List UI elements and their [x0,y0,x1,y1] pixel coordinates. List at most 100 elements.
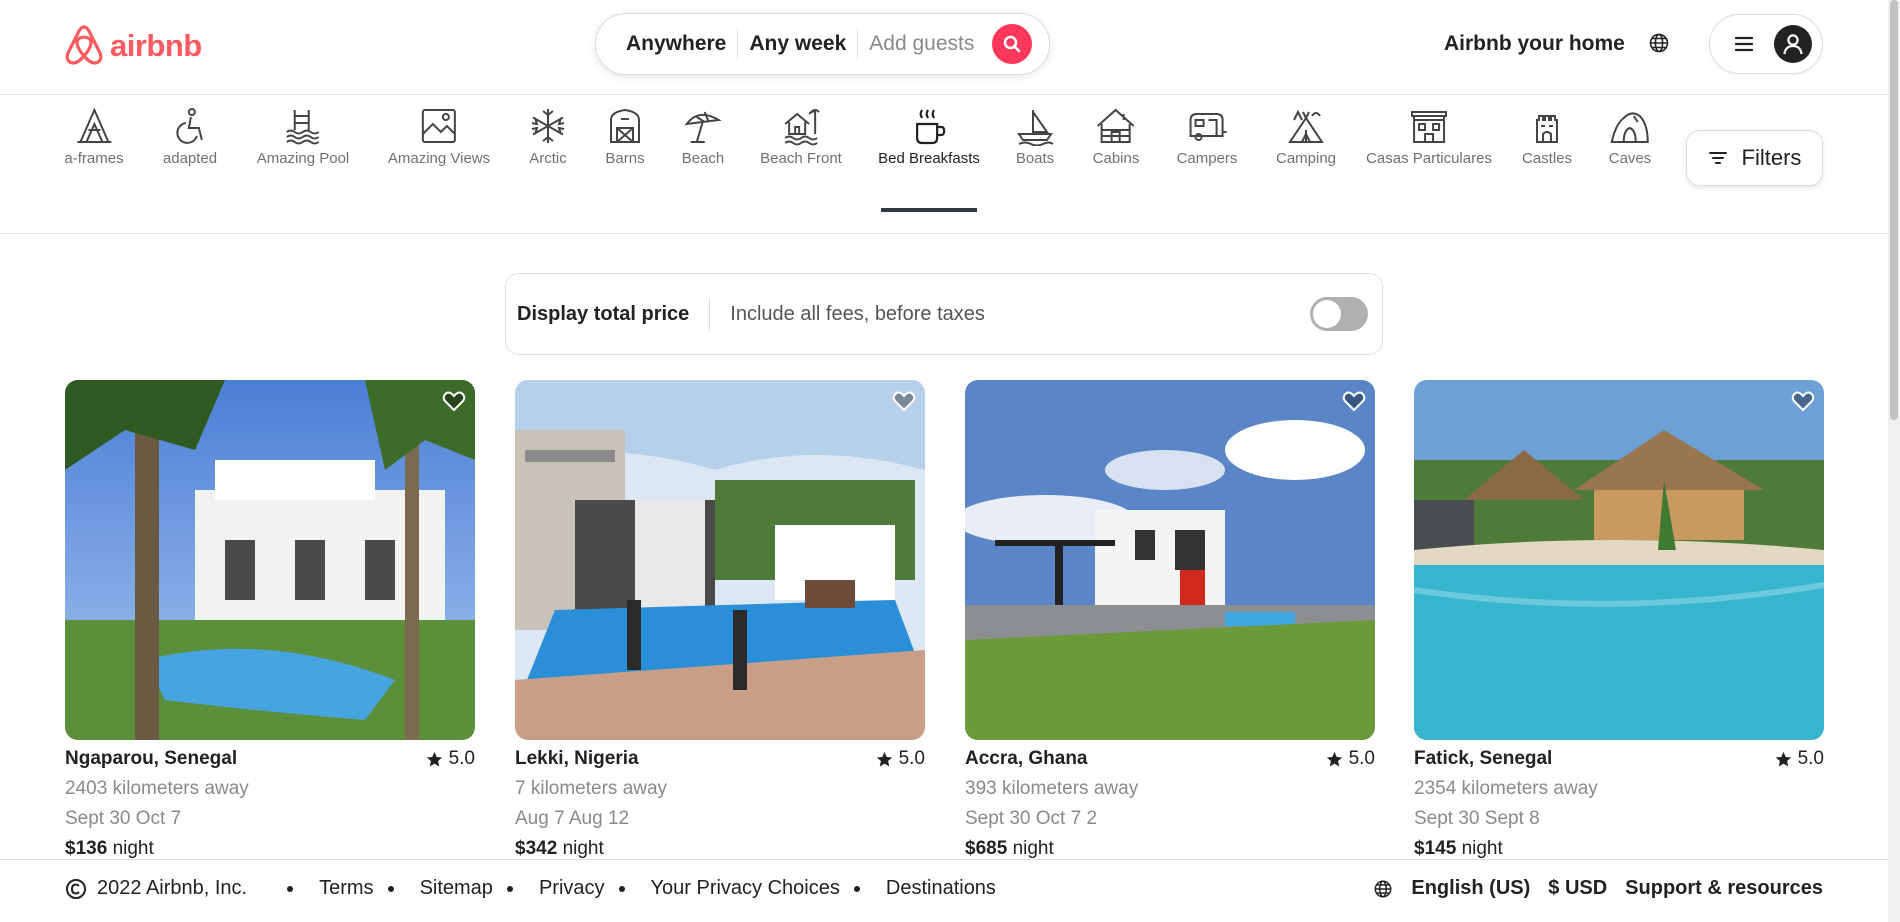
listing-photo[interactable] [65,380,475,740]
listing-location: Fatick, Senegal [1414,748,1553,769]
category-a-frames[interactable]: a-frames [64,106,124,167]
price-unit: night [1012,838,1054,859]
total-price-toggle[interactable] [1310,297,1368,331]
a-frame-icon [77,107,111,143]
footer-link-destinations[interactable]: Destinations [886,877,996,900]
listing-photo[interactable] [965,380,1375,740]
footer-link-privacy[interactable]: Privacy [539,877,605,900]
footer: 2022 Airbnb, Inc. Terms Sitemap Privacy … [0,859,1900,922]
cave-icon [1610,112,1650,143]
category-campers[interactable]: Campers [1177,106,1237,167]
listing-card[interactable]: Ngaparou, Senegal 5.0 2403 kilometers aw… [65,380,475,862]
landscape-frame-icon [422,109,456,143]
listing-photo[interactable] [1414,380,1824,740]
listing-rating: 5.0 [1326,748,1375,770]
pool-icon [286,110,320,145]
tent-icon [1288,109,1324,143]
category-casas-particulares[interactable]: Casas Particulares [1366,106,1492,167]
category-adapted[interactable]: adapted [163,106,217,167]
footer-separator-dot [287,885,294,892]
search-bar[interactable]: Anywhere Any week Add guests [595,13,1050,75]
category-castles[interactable]: Castles [1522,106,1572,167]
airbnb-logo[interactable]: airbnb [64,24,202,68]
category-caves[interactable]: Caves [1609,106,1651,167]
user-avatar-icon [1774,25,1812,63]
category-beach-front[interactable]: Beach Front [760,106,842,167]
heart-icon[interactable] [1341,388,1367,414]
footer-separator-dot [387,885,394,892]
sailboat-icon [1017,110,1054,146]
page-scrollbar[interactable] [1888,0,1900,922]
globe-icon[interactable] [1648,32,1670,54]
price-amount: $145 [1414,838,1457,859]
airbnb-your-home-link[interactable]: Airbnb your home [1444,32,1625,56]
footer-link-privacy-choices[interactable]: Your Privacy Choices [651,877,840,900]
category-label: Bed Breakfasts [878,150,980,167]
search-button[interactable] [992,24,1033,64]
category-bed-breakfasts[interactable]: Bed Breakfasts [878,106,980,167]
star-icon [1326,751,1342,766]
camper-icon [1189,113,1227,141]
listing-distance: 7 kilometers away [515,778,668,799]
cabin-icon [1097,108,1135,143]
copyright-icon [66,878,86,899]
currency-selector[interactable]: $ USD [1548,877,1607,900]
listing-location: Accra, Ghana [965,748,1088,769]
listing-dates: Sept 30 Oct 7 2 [965,808,1098,829]
globe-icon[interactable] [1373,879,1393,899]
listing-distance: 2354 kilometers away [1414,778,1598,799]
footer-separator-dot [618,885,625,892]
star-icon [876,751,892,766]
heart-icon[interactable] [891,388,917,414]
star-icon [426,751,442,766]
copyright-text: 2022 Airbnb, Inc. [97,877,248,899]
category-boats[interactable]: Boats [1015,106,1055,167]
support-resources-link[interactable]: Support & resources [1625,877,1823,900]
wheelchair-icon [176,108,203,144]
category-label: Amazing Views [387,150,491,167]
footer-link-terms[interactable]: Terms [319,877,373,900]
scrollbar-thumb[interactable] [1890,0,1898,420]
category-arctic[interactable]: Arctic [528,106,568,167]
listing-rating: 5.0 [1775,748,1824,770]
coffee-mug-icon [915,109,946,145]
listing-card[interactable]: Accra, Ghana 5.0 393 kilometers away Sep… [965,380,1375,862]
category-camping[interactable]: Camping [1276,106,1336,167]
listing-photo[interactable] [515,380,925,740]
filters-button[interactable]: Filters [1686,130,1823,186]
star-icon [1775,751,1791,766]
footer-link-sitemap[interactable]: Sitemap [420,877,493,900]
sliders-icon [1708,152,1727,164]
rating-value: 5.0 [898,748,925,769]
price-unit: night [562,838,604,859]
airbnb-wordmark: airbnb [110,28,202,63]
listing-card[interactable]: Fatick, Senegal 5.0 2354 kilometers away… [1414,380,1824,862]
search-add-guests[interactable]: Add guests [858,32,992,56]
display-total-price-bar: Display total price Include all fees, be… [505,273,1383,355]
category-cabins[interactable]: Cabins [1093,106,1139,167]
language-selector[interactable]: English (US) [1411,877,1530,900]
rating-value: 5.0 [1797,748,1824,769]
category-label: Barns [605,150,645,167]
listing-dates: Sept 30 Oct 7 [65,808,182,829]
building-icon [1410,111,1447,143]
divider [709,298,711,330]
search-any-week[interactable]: Any week [738,32,857,56]
heart-icon[interactable] [1790,388,1816,414]
category-label: Amazing Pool [256,150,350,167]
category-label: adapted [162,150,218,167]
category-amazing-pool[interactable]: Amazing Pool [256,106,350,167]
listing-distance: 393 kilometers away [965,778,1139,799]
rating-value: 5.0 [1348,748,1375,769]
category-beach[interactable]: Beach [682,106,724,167]
price-amount: $342 [515,838,558,859]
category-barns[interactable]: Barns [605,106,645,167]
category-label: Casas Particulares [1366,150,1492,167]
listing-card[interactable]: Lekki, Nigeria 5.0 7 kilometers away Aug… [515,380,925,862]
category-amazing-views[interactable]: Amazing Views [388,106,490,167]
category-bar: a-frames adapted Amazing Pool Amazing Vi… [0,95,1900,234]
user-menu-button[interactable] [1709,14,1823,74]
search-anywhere[interactable]: Anywhere [626,32,737,56]
heart-icon[interactable] [441,388,467,414]
listing-location: Lekki, Nigeria [515,748,639,769]
